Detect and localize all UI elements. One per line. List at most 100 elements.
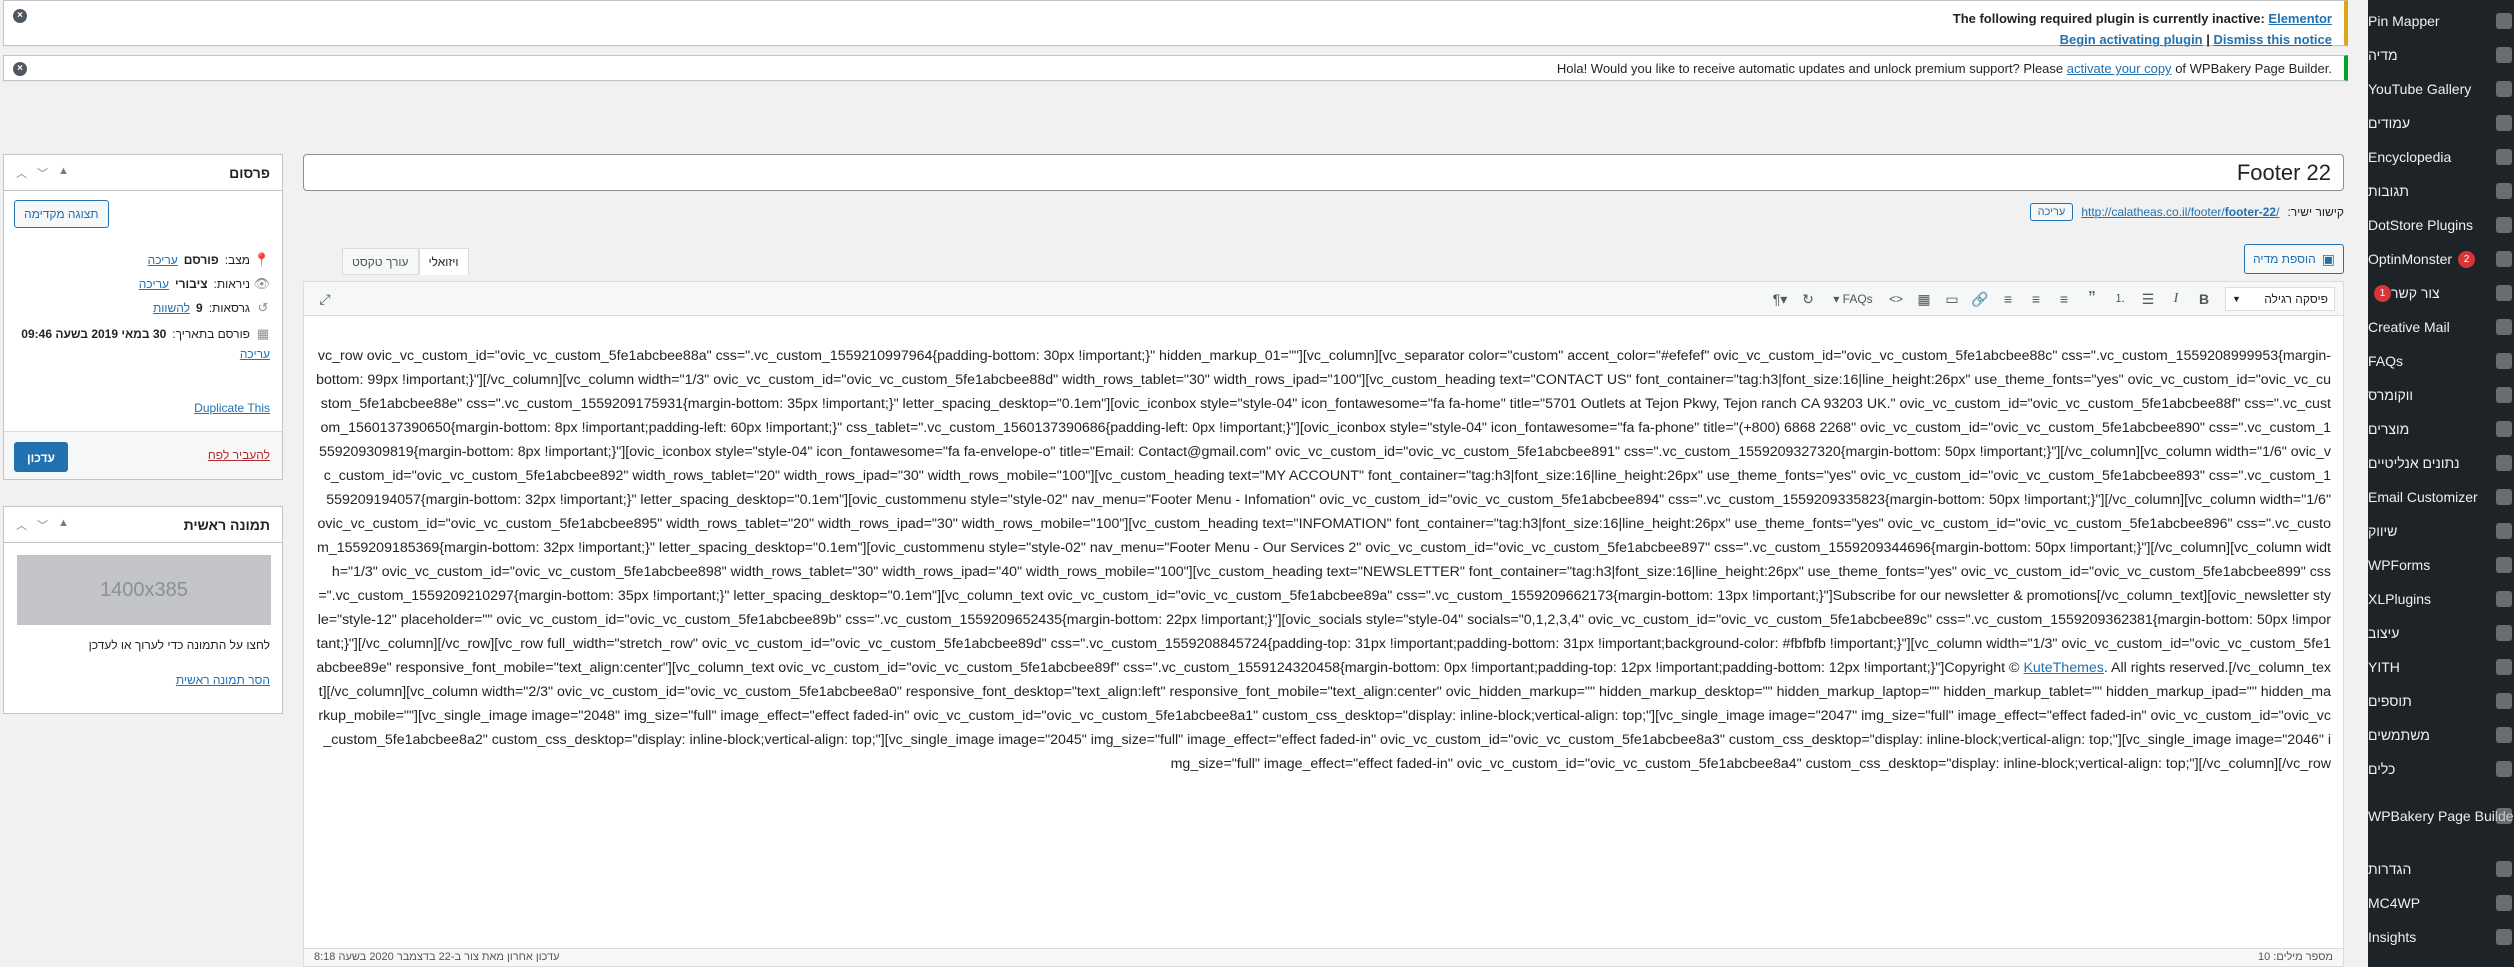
admin-menu-item[interactable]: תגובות bbox=[2368, 174, 2514, 208]
remove-featured-image-link[interactable]: הסר תמונה ראשית bbox=[176, 673, 270, 687]
bold-icon[interactable]: B bbox=[2193, 288, 2215, 310]
admin-menu-item[interactable]: DotStore Plugins bbox=[2368, 208, 2514, 242]
published-row: ▦ פורסם בתאריך: 30 במאי 2019 בשעה 09:46 … bbox=[14, 326, 270, 362]
admin-menu-item[interactable]: WPBakery Page Builder bbox=[2368, 786, 2514, 846]
admin-menu-item[interactable]: עיצוב bbox=[2368, 616, 2514, 650]
admin-menu-item[interactable]: YITH bbox=[2368, 650, 2514, 684]
admin-menu-item[interactable]: FAQs bbox=[2368, 344, 2514, 378]
dismiss-icon[interactable]: × bbox=[13, 9, 27, 23]
tools-icon bbox=[2496, 761, 2512, 777]
admin-menu-item[interactable]: מוצרים bbox=[2368, 412, 2514, 446]
optinmonster-icon bbox=[2496, 251, 2512, 267]
published-edit-link[interactable]: עריכה bbox=[240, 347, 270, 361]
bullet-list-icon[interactable]: ☰ bbox=[2137, 288, 2159, 310]
update-button[interactable]: עדכון bbox=[14, 442, 68, 472]
visibility-value: ציבורי bbox=[174, 277, 208, 291]
italic-icon[interactable]: I bbox=[2165, 288, 2187, 310]
align-center-icon[interactable]: ≡ bbox=[2025, 288, 2047, 310]
duplicate-link[interactable]: Duplicate This bbox=[194, 401, 270, 415]
mc4wp-icon bbox=[2496, 895, 2512, 911]
begin-activating-link[interactable]: Begin activating plugin bbox=[2060, 32, 2203, 47]
admin-menu-item[interactable]: כלים bbox=[2368, 752, 2514, 786]
compare-revisions-link[interactable]: להשוות bbox=[153, 301, 190, 315]
admin-menu-label: הגדרות bbox=[2368, 860, 2412, 877]
admin-menu-item[interactable]: ווקומרס bbox=[2368, 378, 2514, 412]
published-value: 30 במאי 2019 בשעה 09:46 bbox=[21, 327, 167, 341]
paragraph-format-select[interactable]: פיסקה רגילה ▼ bbox=[2225, 287, 2335, 311]
align-left-icon[interactable]: ≡ bbox=[2053, 288, 2075, 310]
read-more-icon[interactable]: ▭ bbox=[1941, 288, 1963, 310]
analytics-icon bbox=[2496, 455, 2512, 471]
admin-menu-item[interactable]: Email Customizer bbox=[2368, 480, 2514, 514]
publishing-actions: להעביר לפח עדכון bbox=[4, 431, 282, 479]
users-icon bbox=[2496, 727, 2512, 743]
post-title-input[interactable]: Footer 22 bbox=[303, 154, 2344, 191]
toggle-panel-icon[interactable]: ▲ bbox=[58, 165, 69, 181]
chevron-up-icon[interactable]: ︿ bbox=[16, 165, 27, 181]
add-media-button[interactable]: ▣ הוספת מדיה bbox=[2243, 244, 2344, 274]
chevron-down-icon[interactable]: ﹀ bbox=[37, 517, 48, 533]
align-right-icon[interactable]: ≡ bbox=[1997, 288, 2019, 310]
wpbakery-notice-text: Hola! Would you like to receive automati… bbox=[1556, 61, 2064, 76]
admin-menu-item[interactable]: מדיה bbox=[2368, 38, 2514, 72]
eye-icon: 👁 bbox=[253, 276, 270, 291]
status-edit-link[interactable]: עריכה bbox=[148, 253, 178, 267]
permalink-link[interactable]: http://calatheas.co.il/footer/footer-22/ bbox=[2081, 205, 2279, 219]
admin-menu-label: Insights bbox=[2368, 928, 2417, 945]
fullscreen-icon[interactable]: ⤢ bbox=[314, 288, 336, 310]
admin-menu-item[interactable]: WPForms bbox=[2368, 548, 2514, 582]
admin-menu-item[interactable]: שיווק bbox=[2368, 514, 2514, 548]
tab-visual[interactable]: ויזואלי bbox=[418, 248, 469, 275]
publish-box-title: פרסום bbox=[229, 164, 270, 181]
tab-text[interactable]: עורך טקסט bbox=[342, 248, 419, 275]
numbered-list-icon[interactable]: ⒈ bbox=[2109, 288, 2131, 310]
editor-content[interactable]: vc_row ovic_vc_custom_id="ovic_vc_custom… bbox=[316, 344, 2331, 776]
featured-image[interactable]: 1400x385 bbox=[17, 555, 271, 625]
refresh-icon[interactable]: ↻ bbox=[1797, 288, 1819, 310]
admin-menu-label: YITH bbox=[2368, 658, 2400, 675]
admin-menu-item[interactable]: YouTube Gallery bbox=[2368, 72, 2514, 106]
chevron-up-icon[interactable]: ︿ bbox=[16, 517, 27, 533]
admin-menu-item[interactable]: צור קשר 1 bbox=[2368, 276, 2514, 310]
admin-menu-item[interactable]: Encyclopedia bbox=[2368, 140, 2514, 174]
admin-menu-item[interactable]: 2 OptinMonster bbox=[2368, 242, 2514, 276]
admin-menu-item[interactable]: MC4WP bbox=[2368, 886, 2514, 920]
kutethemes-link[interactable]: KuteThemes bbox=[2023, 660, 2103, 676]
toolbar-toggle-icon[interactable]: ▦ bbox=[1913, 288, 1935, 310]
preview-button[interactable]: תצוגה מקדימה bbox=[14, 200, 109, 228]
visibility-edit-link[interactable]: עריכה bbox=[139, 277, 169, 291]
xlplugins-icon bbox=[2496, 591, 2512, 607]
calendar-icon: ▦ bbox=[256, 326, 270, 341]
admin-menu-item[interactable]: Pin Mapper bbox=[2368, 4, 2514, 38]
content-editor[interactable]: פיסקה רגילה ▼ B I ☰ ⒈ ” ≡ ≡ ≡ 🔗 ▭ ▦ <> ▾… bbox=[303, 281, 2344, 967]
admin-menu-label: Pin Mapper bbox=[2368, 12, 2440, 29]
pin-icon: 📍 bbox=[253, 252, 270, 267]
settings-icon bbox=[2496, 861, 2512, 877]
wpbakery-notice: × Hola! Would you like to receive automa… bbox=[3, 55, 2348, 81]
dotstore-icon bbox=[2496, 217, 2512, 233]
admin-menu-item[interactable]: XLPlugins bbox=[2368, 582, 2514, 616]
editor-tabs: ויזואלי עורך טקסט bbox=[342, 248, 469, 275]
admin-menu-item[interactable]: Creative Mail bbox=[2368, 310, 2514, 344]
editor-status-bar: מספר מילים: 10 עדכון אחרון מאת צור ב-22 … bbox=[304, 948, 2343, 966]
admin-menu-item[interactable]: תוספים bbox=[2368, 684, 2514, 718]
elementor-link[interactable]: Elementor bbox=[2268, 11, 2332, 26]
dismiss-notice-link[interactable]: Dismiss this notice bbox=[2214, 32, 2332, 47]
move-to-trash-link[interactable]: להעביר לפח bbox=[208, 448, 270, 462]
admin-menu-item[interactable]: עמודים bbox=[2368, 106, 2514, 140]
code-icon[interactable]: <> bbox=[1885, 288, 1907, 310]
blockquote-icon[interactable]: ” bbox=[2081, 288, 2103, 310]
paragraph-mark-icon[interactable]: ¶▾ bbox=[1769, 288, 1791, 310]
chevron-down-icon[interactable]: ﹀ bbox=[37, 165, 48, 181]
dismiss-icon[interactable]: × bbox=[13, 62, 27, 76]
link-icon[interactable]: 🔗 bbox=[1969, 288, 1991, 310]
activate-copy-link[interactable]: activate your copy bbox=[2067, 61, 2172, 76]
admin-menu-item[interactable]: Insights bbox=[2368, 920, 2514, 954]
faqs-button[interactable]: ▾ FAQs bbox=[1825, 288, 1881, 310]
permalink-edit-button[interactable]: עריכה bbox=[2029, 203, 2074, 221]
admin-menu-item[interactable]: נתונים אנליטיים bbox=[2368, 446, 2514, 480]
toggle-panel-icon[interactable]: ▲ bbox=[58, 517, 69, 533]
admin-menu-item[interactable]: הגדרות bbox=[2368, 852, 2514, 886]
admin-menu: Pin Mapper מדיה YouTube Gallery עמודים Encyc… bbox=[2368, 0, 2514, 967]
admin-menu-item[interactable]: משתמשים bbox=[2368, 718, 2514, 752]
